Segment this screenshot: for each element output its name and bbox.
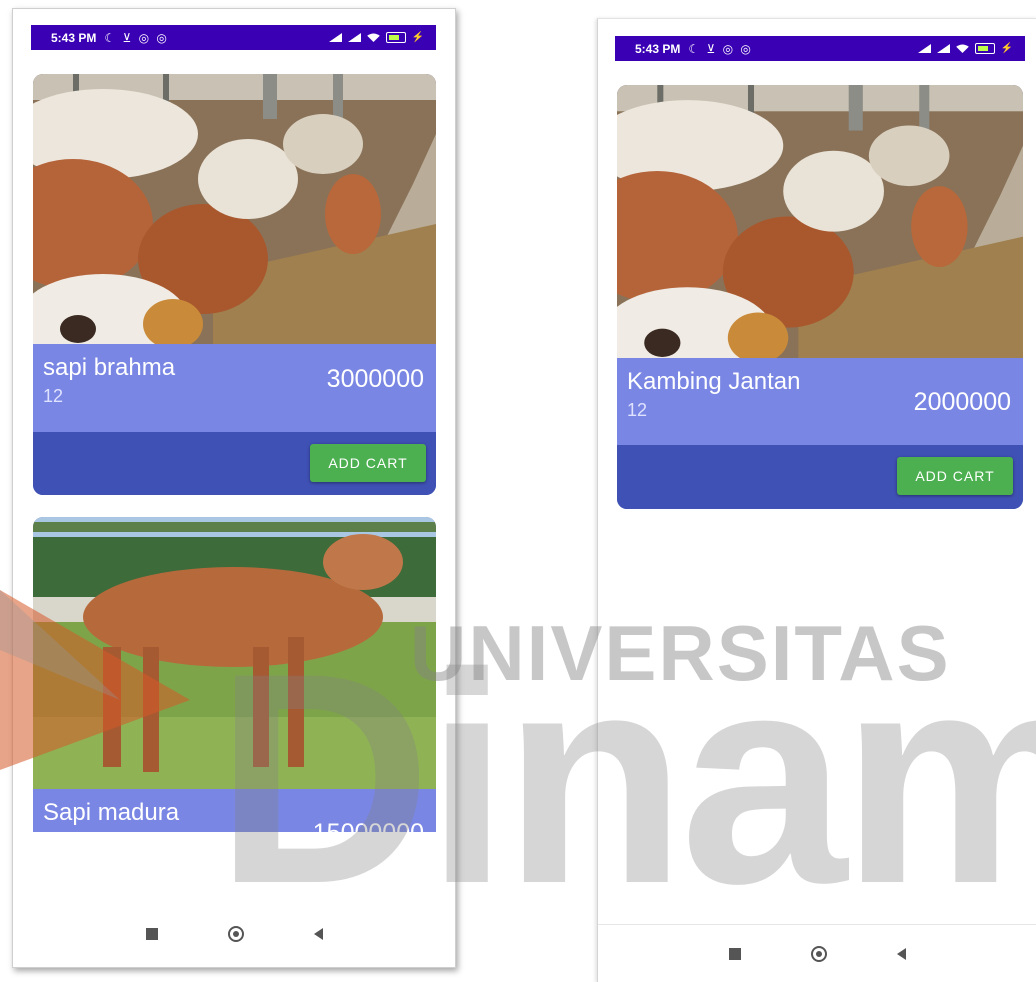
product-name: Kambing Jantan <box>627 368 801 395</box>
back-icon[interactable] <box>313 928 323 940</box>
navigation-bar <box>598 924 1036 982</box>
phone-screen-left: 5:43 PM ☾ ⊻ ◎ ◎ ⚡ sapi brahma 12 3000000… <box>12 8 456 968</box>
add-cart-button[interactable]: ADD CART <box>897 457 1013 495</box>
wifi-icon <box>955 44 969 53</box>
product-quantity: 12 <box>627 400 648 420</box>
status-icons: ☾ ⊻ ◎ ◎ <box>688 41 753 56</box>
product-quantity: 12 <box>43 386 64 406</box>
product-image <box>33 517 436 789</box>
wifi-icon <box>366 33 380 42</box>
home-icon[interactable] <box>811 946 827 962</box>
product-name: sapi brahma <box>43 354 176 381</box>
cell-signal-icon <box>347 33 361 42</box>
charging-icon: ⚡ <box>1000 43 1013 54</box>
product-card[interactable]: Sapi madura 15000000 <box>33 517 436 832</box>
battery-icon <box>974 43 995 54</box>
charging-icon: ⚡ <box>411 32 424 43</box>
product-card[interactable]: sapi brahma 12 3000000 ADD CART <box>33 74 436 495</box>
card-action-bar: ADD CART <box>33 432 436 495</box>
recents-icon[interactable] <box>145 928 158 940</box>
status-bar: 5:43 PM ☾ ⊻ ◎ ◎ ⚡ <box>31 25 436 50</box>
product-name: Sapi madura <box>43 799 180 826</box>
cell-signal-icon <box>328 33 342 42</box>
recents-icon[interactable] <box>729 948 741 960</box>
back-icon[interactable] <box>897 948 906 960</box>
status-icons: ☾ ⊻ ◎ ◎ <box>104 30 169 45</box>
product-info: Kambing Jantan 12 2000000 <box>617 358 1023 445</box>
battery-icon <box>385 32 406 43</box>
add-cart-button[interactable]: ADD CART <box>310 444 426 482</box>
phone-screen-right: 5:43 PM ☾ ⊻ ◎ ◎ ⚡ Kambing Jantan 12 2000… <box>597 18 1036 982</box>
card-action-bar: ADD CART <box>617 445 1023 509</box>
cell-signal-icon <box>917 44 931 53</box>
home-icon[interactable] <box>227 926 244 942</box>
status-time: 5:43 PM <box>51 30 97 45</box>
product-info: Sapi madura 15000000 <box>33 789 436 832</box>
status-bar: 5:43 PM ☾ ⊻ ◎ ◎ ⚡ <box>615 36 1025 61</box>
product-info: sapi brahma 12 3000000 <box>33 344 436 432</box>
product-price: 15000000 <box>313 819 424 832</box>
product-image <box>33 74 436 344</box>
product-image <box>617 85 1023 358</box>
cell-signal-icon <box>936 44 950 53</box>
status-time: 5:43 PM <box>635 41 681 56</box>
product-price: 3000000 <box>326 365 424 393</box>
navigation-bar <box>13 909 455 959</box>
product-card[interactable]: Kambing Jantan 12 2000000 ADD CART <box>617 85 1023 509</box>
product-price: 2000000 <box>913 388 1011 416</box>
